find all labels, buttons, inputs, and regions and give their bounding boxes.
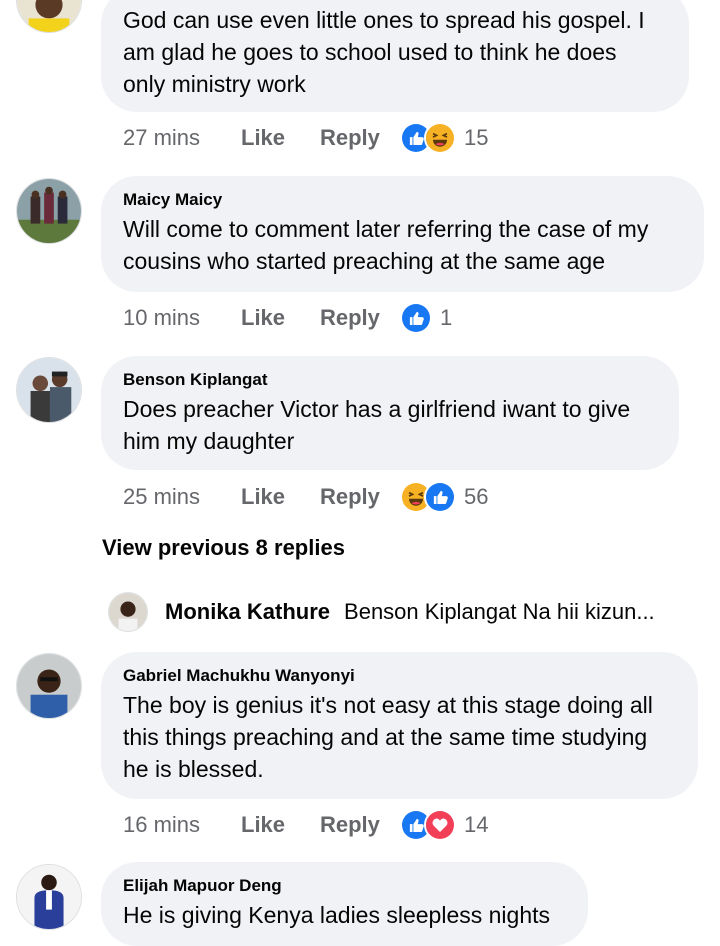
comment-author[interactable]: Maicy Maicy [123,190,682,210]
comment-line: he is blessed. [123,756,264,782]
comment-bubble: God can use even little ones to spread h… [101,0,689,112]
comment-bubble: Maicy Maicy Will come to comment later r… [101,176,704,292]
comment-text: Does preacher Victor has a girlfriend iw… [123,393,657,457]
comment-text: Will come to comment later referring the… [123,213,682,277]
reply-button[interactable]: Reply [320,125,400,151]
comment-bubble: Gabriel Machukhu Wanyonyi The boy is gen… [101,652,698,799]
comment-bubble: Benson Kiplangat Does preacher Victor ha… [101,356,679,470]
like-button[interactable]: Like [241,812,320,838]
avatar[interactable] [16,864,82,930]
comment-text: God can use even little ones to spread h… [123,4,667,100]
comment-text: He is giving Kenya ladies sleepless nigh… [123,899,566,931]
reply-button[interactable]: Reply [320,812,400,838]
comment-actions: 27 mins Like Reply 15 [123,118,488,158]
comment-author[interactable]: Benson Kiplangat [123,370,657,390]
like-button[interactable]: Like [241,305,320,331]
comment-line: this things preaching and at the same ti… [123,724,648,750]
comment-line: him my daughter [123,428,295,454]
reaction-count: 1 [440,305,453,330]
comment-line: cousins who started preaching at the sam… [123,248,606,274]
reaction-count: 15 [464,125,489,150]
like-button[interactable]: Like [241,484,320,510]
comment-actions: 25 mins Like Reply 56 [123,477,488,517]
comment-author[interactable]: Elijah Mapuor Deng [123,876,566,896]
reactions-summary[interactable]: 56 [400,480,488,514]
comment-line: He is giving Kenya ladies sleepless nigh… [123,902,551,928]
comment-timestamp[interactable]: 25 mins [123,484,241,510]
avatar[interactable] [16,653,82,719]
avatar[interactable] [108,592,148,632]
reactions-summary[interactable]: 14 [400,808,488,842]
reactions-summary[interactable]: 1 [400,301,452,335]
avatar[interactable] [16,178,82,244]
like-icon [424,481,456,513]
love-icon [424,809,456,841]
comment-line: The boy is genius it's not easy at this … [123,692,653,718]
like-icon [400,302,432,334]
comment-author[interactable]: Gabriel Machukhu Wanyonyi [123,666,676,686]
comment-text: The boy is genius it's not easy at this … [123,689,676,785]
reply-preview[interactable]: Monika Kathure Benson Kiplangat Na hii k… [108,590,708,634]
comment-line: Does preacher Victor has a girlfriend iw… [123,396,631,422]
comment-actions: 10 mins Like Reply 1 [123,298,452,338]
comment-line: only ministry work [123,71,306,97]
comment-timestamp[interactable]: 27 mins [123,125,241,151]
comment-actions: 16 mins Like Reply 14 [123,805,488,845]
reactions-summary[interactable]: 15 [400,121,488,155]
comment-timestamp[interactable]: 16 mins [123,812,241,838]
reply-snippet: Benson Kiplangat Na hii kizun... [344,599,655,624]
comment-line: Will come to comment later referring the… [123,216,649,242]
reply-button[interactable]: Reply [320,305,400,331]
haha-icon [424,122,456,154]
reaction-count: 56 [464,484,489,509]
reply-button[interactable]: Reply [320,484,400,510]
comment-bubble: Elijah Mapuor Deng He is giving Kenya la… [101,862,588,946]
reply-author[interactable]: Monika Kathure [165,599,330,625]
comment-line: am glad he goes to school used to think … [123,39,617,65]
reaction-count: 14 [464,812,489,837]
avatar[interactable] [16,0,82,33]
view-previous-replies-link[interactable]: View previous 8 replies [102,535,345,561]
avatar[interactable] [16,357,82,423]
comment-timestamp[interactable]: 10 mins [123,305,241,331]
comment-line: God can use even little ones to spread h… [123,7,645,33]
like-button[interactable]: Like [241,125,320,151]
